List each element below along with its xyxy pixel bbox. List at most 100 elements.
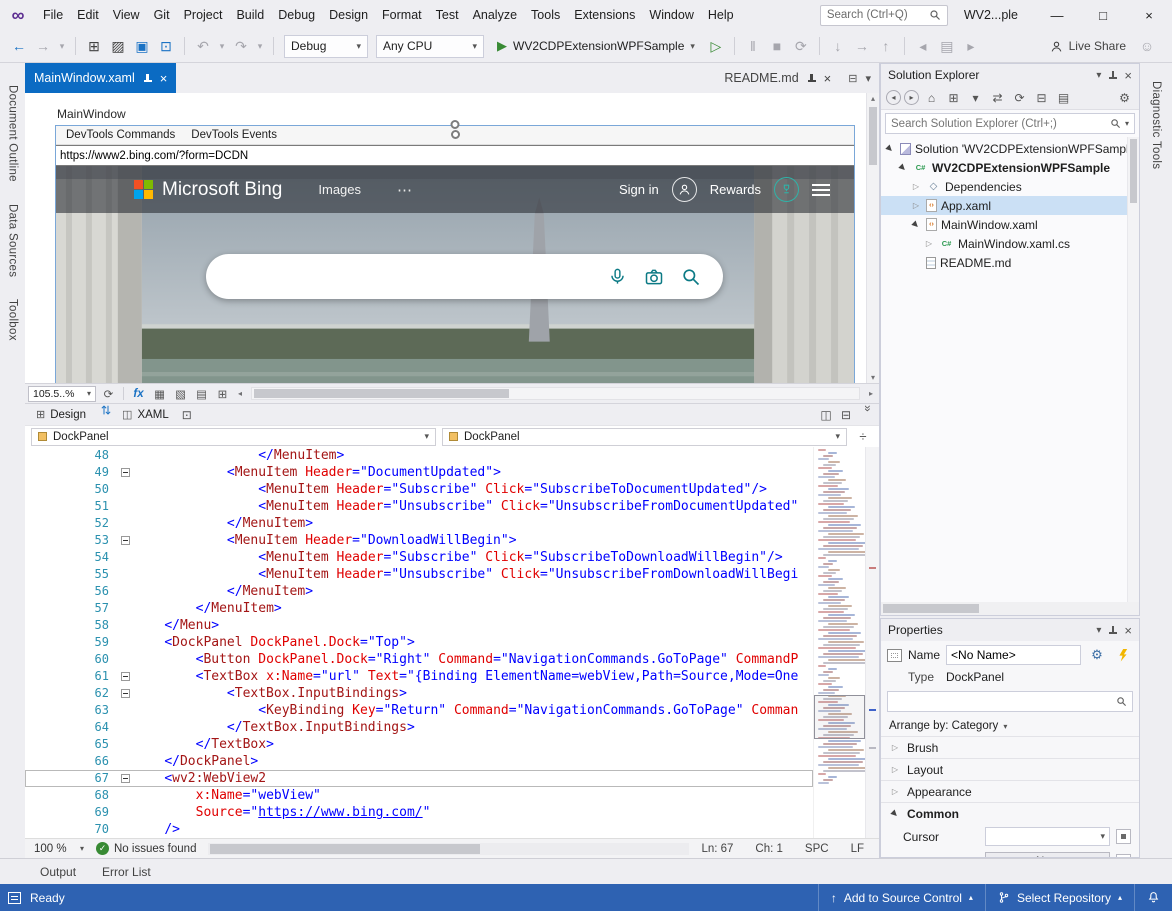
window-position-icon[interactable]: ▾ [1096,70,1101,81]
group-expander-icon[interactable]: ▷ [889,743,901,752]
tree-vertical-scrollbar[interactable] [1127,137,1139,602]
menu-debug[interactable]: Debug [271,0,322,30]
snap-to-grid-toggle-icon[interactable]: ▧ [171,385,190,402]
solution-search-input[interactable] [891,118,1106,130]
line-ending-indicator[interactable]: LF [851,843,864,855]
scroll-left-icon[interactable]: ◂ [235,389,245,398]
menu-test[interactable]: Test [429,0,466,30]
code-line-63[interactable]: 63 <KeyBinding Key="Return" Command="Nav… [25,702,813,719]
property-group-appearance[interactable]: ▷Appearance [881,780,1139,802]
popout-xaml-icon[interactable]: ⊡ [177,406,197,424]
code-line-54[interactable]: 54 <MenuItem Header="Subscribe" Click="S… [25,549,813,566]
horizontal-split-icon[interactable]: ⊟ [836,406,856,424]
tree-item-app-xaml[interactable]: ▷‹›App.xaml [881,196,1139,215]
editor-vertical-scrollbar[interactable] [865,447,879,838]
hamburger-menu-icon[interactable] [812,184,830,196]
collapse-toggle-icon[interactable] [121,672,130,681]
quick-search-box[interactable]: Search (Ctrl+Q) [820,5,948,26]
stop-debugging-icon[interactable]: ■ [766,34,788,58]
property-group-layout[interactable]: ▷Layout [881,758,1139,780]
code-line-62[interactable]: 62 <TextBox.InputBindings> [25,685,813,702]
property-marker[interactable] [1116,854,1131,857]
menu-analyze[interactable]: Analyze [466,0,524,30]
select-repository-button[interactable]: Select Repository ▴ [985,884,1134,911]
navigate-forward-icon[interactable]: → [32,34,54,58]
restart-icon[interactable]: ⟳ [790,34,812,58]
close-button[interactable]: × [1126,0,1172,30]
notifications-button[interactable] [1134,884,1172,911]
trophy-icon[interactable] [774,177,799,202]
code-line-48[interactable]: 48 </MenuItem> [25,447,813,464]
editor-horizontal-scrollbar[interactable] [208,843,689,855]
bookmark-icon[interactable]: ▤ [936,34,958,58]
code-line-51[interactable]: 51 <MenuItem Header="Unsubscribe" Click=… [25,498,813,515]
scrollbar-thumb[interactable] [869,107,877,165]
design-window[interactable]: DevTools CommandsDevTools Events [55,125,855,383]
refresh-icon[interactable]: ⟳ [1010,88,1029,107]
effects-toggle-icon[interactable]: fx [129,385,148,402]
menu-project[interactable]: Project [177,0,230,30]
code-lines[interactable]: 48 </MenuItem>49 <MenuItem Header="Docum… [25,447,813,838]
code-line-56[interactable]: 56 </MenuItem> [25,583,813,600]
tool-tab-diagnostic-tools[interactable]: Diagnostic Tools [1150,81,1162,169]
tree-expander-icon[interactable]: ▶ [896,160,911,175]
close-icon[interactable]: × [160,72,168,85]
code-line-49[interactable]: 49 <MenuItem Header="DocumentUpdated"> [25,464,813,481]
designer-menu-devtools-events[interactable]: DevTools Events [183,129,285,141]
code-line-60[interactable]: 60 <Button DockPanel.Dock="Right" Comman… [25,651,813,668]
minimap-viewport[interactable] [814,695,865,739]
spaces-indicator[interactable]: SPC [805,843,829,855]
tool-tab-data-sources[interactable]: Data Sources [7,204,19,277]
avatar-icon[interactable] [672,177,697,202]
pin-icon[interactable] [1108,71,1117,80]
url-input[interactable] [56,147,854,166]
tool-tab-document-outline[interactable]: Document Outline [7,85,19,182]
redo-icon[interactable]: ↷ [230,34,252,58]
minimap[interactable] [813,447,865,838]
rewards-link[interactable]: Rewards [710,182,761,197]
tree-expander-icon[interactable]: ▷ [910,182,922,191]
code-line-55[interactable]: 55 <MenuItem Header="Unsubscribe" Click=… [25,566,813,583]
close-icon[interactable]: × [1124,624,1132,637]
tree-expander-icon[interactable]: ▷ [910,201,922,210]
tree-item-readme-md[interactable]: README.md [881,253,1139,272]
property-group-brush[interactable]: ▷Brush [881,736,1139,758]
new-button[interactable]: New [985,852,1110,857]
bing-nav-images[interactable]: Images [318,182,361,197]
code-line-61[interactable]: 61 <TextBox x:Name="url" Text="{Binding … [25,668,813,685]
code-line-68[interactable]: 68 x:Name="webView" [25,787,813,804]
collapse-toggle-icon[interactable] [121,774,130,783]
menu-help[interactable]: Help [701,0,741,30]
step-into-icon[interactable]: ↓ [827,34,849,58]
code-line-66[interactable]: 66 </DockPanel> [25,753,813,770]
solution-platforms-select[interactable]: Any CPU ▾ [376,35,484,58]
menu-window[interactable]: Window [642,0,700,30]
swap-panes-icon[interactable]: ⇄ [95,405,113,425]
code-line-69[interactable]: 69 Source="https://www.bing.com/" [25,804,813,821]
tree-horizontal-scrollbar[interactable] [881,602,1139,615]
tab-mainwindow-xaml[interactable]: MainWindow.xaml × [25,63,176,93]
scroll-down-icon[interactable]: ▾ [867,373,879,382]
code-line-70[interactable]: 70 /> [25,821,813,838]
name-input[interactable] [946,645,1081,665]
code-line-59[interactable]: 59 <DockPanel DockPanel.Dock="Top"> [25,634,813,651]
solution-search-box[interactable]: ▾ [885,113,1135,134]
undo-dropdown-icon[interactable]: ▾ [216,34,228,58]
tree-item-mainwindow-xaml[interactable]: ▶‹›MainWindow.xaml [881,215,1139,234]
vertical-split-icon[interactable]: ◫ [816,406,836,424]
sync-with-active-document-icon[interactable]: ⇄ [988,88,1007,107]
show-grid-toggle-icon[interactable]: ▦ [150,385,169,402]
group-expander-icon[interactable]: ▶ [888,806,903,821]
new-project-icon[interactable]: ⊞ [83,34,105,58]
collapse-toggle-icon[interactable] [121,468,130,477]
code-line-67[interactable]: 67 <wv2:WebView2 [25,770,813,787]
navigate-history-icon[interactable]: ▾ [56,34,68,58]
menu-tools[interactable]: Tools [524,0,567,30]
properties-wrench-icon[interactable]: ⚙ [1115,88,1134,107]
menu-file[interactable]: File [36,0,70,30]
design-view-tab[interactable]: ⊞ Design [28,404,94,425]
property-group-common[interactable]: ▶Common [881,802,1139,824]
xaml-designer-surface[interactable]: MainWindow DevTools CommandsDevTools Eve… [25,93,879,383]
break-all-icon[interactable]: ‖ [742,34,764,58]
pending-changes-filter-icon[interactable]: ▾ [966,88,985,107]
